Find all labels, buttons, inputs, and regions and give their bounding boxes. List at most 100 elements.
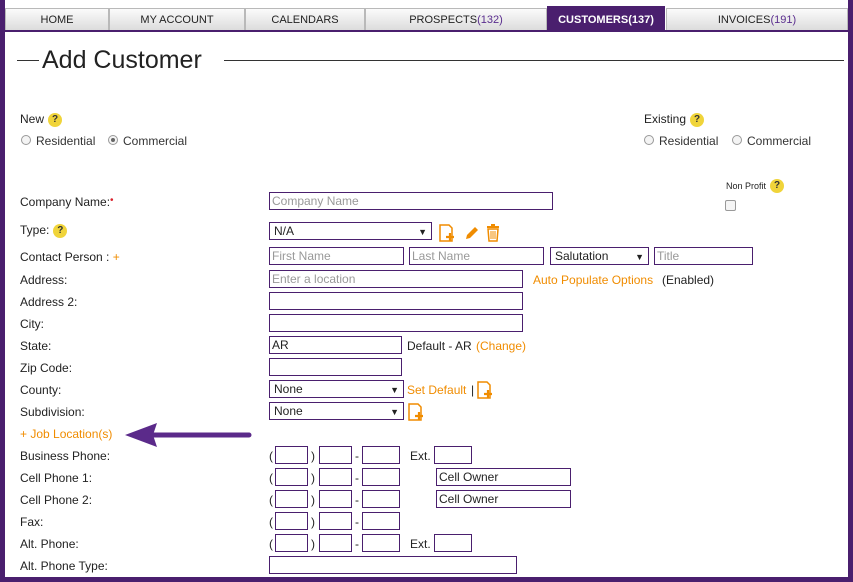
phone-dash: - — [355, 493, 359, 507]
existing-residential-label: Residential — [659, 134, 719, 148]
business-phone-area[interactable] — [275, 446, 308, 464]
paren-close: ) — [311, 515, 315, 529]
add-type-icon[interactable] — [439, 224, 455, 242]
salutation-select[interactable]: Salutation ▼ — [550, 247, 649, 265]
address-input[interactable] — [269, 270, 523, 288]
paren-open: ( — [269, 515, 273, 529]
pointer-arrow-icon — [125, 423, 252, 447]
state-input[interactable] — [269, 336, 402, 354]
alt-phone-area[interactable] — [275, 534, 308, 552]
tab-my-account-label: MY ACCOUNT — [140, 14, 214, 26]
add-county-icon[interactable] — [477, 381, 493, 399]
address2-input[interactable] — [269, 292, 523, 310]
city-label: City: — [20, 317, 44, 331]
non-profit-checkbox[interactable] — [725, 200, 736, 211]
last-name-input[interactable] — [409, 247, 544, 265]
tab-calendars-label: CALENDARS — [271, 14, 339, 26]
cell-phone2-owner[interactable] — [436, 490, 571, 508]
cell-phone1-area[interactable] — [275, 468, 308, 486]
existing-commercial-radio[interactable] — [732, 135, 742, 145]
alt-phone-ext[interactable] — [434, 534, 472, 552]
zip-label: Zip Code: — [20, 361, 73, 375]
cell-phone2-area[interactable] — [275, 490, 308, 508]
cell-phone1-label: Cell Phone 1: — [20, 471, 93, 485]
new-commercial-label: Commercial — [123, 134, 188, 148]
title-rule-left — [17, 60, 39, 61]
help-icon[interactable]: ? — [770, 179, 785, 193]
chevron-down-icon: ▼ — [418, 227, 427, 237]
tab-prospects[interactable]: PROSPECTS(132) — [365, 8, 547, 30]
help-icon[interactable]: ? — [48, 113, 63, 127]
alt-phone-label: Alt. Phone: — [20, 537, 79, 551]
contact-person-label: Contact Person : + — [20, 250, 120, 264]
tab-home[interactable]: HOME — [5, 8, 109, 30]
title-input[interactable] — [654, 247, 753, 265]
title-rule-right — [224, 60, 844, 61]
city-input[interactable] — [269, 314, 523, 332]
tab-prospects-count: (132) — [477, 14, 503, 26]
first-name-input[interactable] — [269, 247, 404, 265]
job-locations-link[interactable]: + Job Location(s) — [20, 427, 112, 441]
tab-customers-count: (137) — [628, 14, 654, 26]
cell-phone2-label: Cell Phone 2: — [20, 493, 93, 507]
auto-populate-link[interactable]: Auto Populate Options — [533, 273, 653, 287]
fax-prefix[interactable] — [319, 512, 352, 530]
existing-group-text: Existing — [644, 112, 687, 126]
cell-phone1-owner[interactable] — [436, 468, 571, 486]
nav-divider — [5, 30, 848, 32]
new-residential-radio[interactable] — [21, 135, 31, 145]
tab-calendars[interactable]: CALENDARS — [245, 8, 365, 30]
company-name-input[interactable] — [269, 192, 553, 210]
paren-close: ) — [311, 493, 315, 507]
type-select[interactable]: N/A ▼ — [269, 222, 432, 240]
alt-ext-label: Ext. — [410, 537, 431, 551]
state-change-link[interactable]: (Change) — [476, 339, 526, 353]
fax-line[interactable] — [362, 512, 400, 530]
help-icon[interactable]: ? — [53, 224, 68, 238]
business-phone-ext[interactable] — [434, 446, 472, 464]
fax-area[interactable] — [275, 512, 308, 530]
non-profit-label: Non Profit? — [726, 179, 785, 193]
existing-residential-radio[interactable] — [644, 135, 654, 145]
contact-person-text: Contact Person : — [20, 250, 110, 264]
chevron-down-icon: ▼ — [635, 252, 644, 262]
new-group-label: New? — [20, 112, 63, 127]
edit-pencil-icon[interactable] — [464, 224, 480, 242]
subdivision-value: None — [274, 404, 303, 418]
company-name-text: Company Name: — [20, 195, 111, 209]
cell-phone1-line[interactable] — [362, 468, 400, 486]
type-select-value: N/A — [274, 224, 295, 238]
alt-phone-prefix[interactable] — [319, 534, 352, 552]
phone-dash: - — [355, 449, 359, 463]
page-frame: HOME MY ACCOUNT CALENDARS PROSPECTS(132)… — [5, 0, 848, 577]
add-contact-link[interactable]: + — [113, 250, 120, 264]
paren-close: ) — [311, 471, 315, 485]
cell-phone1-prefix[interactable] — [319, 468, 352, 486]
alt-phone-type-input[interactable] — [269, 556, 517, 574]
new-commercial-radio[interactable] — [108, 135, 118, 145]
address2-label: Address 2: — [20, 295, 78, 309]
tab-invoices[interactable]: INVOICES(191) — [666, 8, 848, 30]
county-select[interactable]: None ▼ — [269, 380, 404, 398]
auto-populate-status: (Enabled) — [662, 273, 715, 287]
tab-my-account[interactable]: MY ACCOUNT — [109, 8, 245, 30]
paren-open: ( — [269, 537, 273, 551]
alt-phone-line[interactable] — [362, 534, 400, 552]
chevron-down-icon: ▼ — [390, 407, 399, 417]
non-profit-text: Non Profit — [726, 181, 767, 191]
business-phone-line[interactable] — [362, 446, 400, 464]
cell-phone2-line[interactable] — [362, 490, 400, 508]
tab-customers[interactable]: CUSTOMERS(137) — [547, 6, 665, 32]
zip-input[interactable] — [269, 358, 402, 376]
cell-phone2-prefix[interactable] — [319, 490, 352, 508]
help-icon[interactable]: ? — [690, 113, 705, 127]
set-default-link[interactable]: Set Default — [407, 383, 466, 397]
phone-dash: - — [355, 537, 359, 551]
address-label: Address: — [20, 273, 68, 287]
trash-icon[interactable] — [485, 224, 501, 242]
add-subdivision-icon[interactable] — [408, 403, 424, 421]
business-phone-prefix[interactable] — [319, 446, 352, 464]
tab-prospects-label: PROSPECTS — [409, 14, 478, 26]
state-default-text: Default - AR — [407, 339, 472, 353]
subdivision-select[interactable]: None ▼ — [269, 402, 404, 420]
